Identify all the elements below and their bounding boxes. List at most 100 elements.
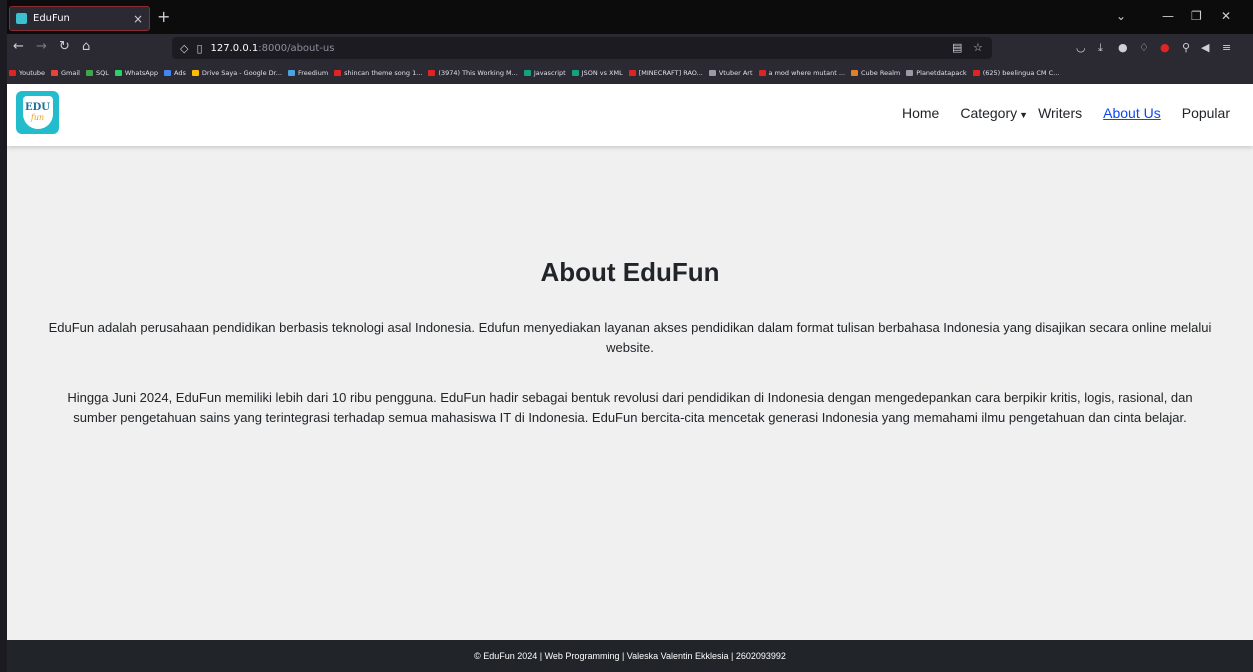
- bookmark-favicon-icon: [114, 70, 122, 76]
- nav-writers[interactable]: Writers: [1038, 105, 1082, 121]
- close-window-button[interactable]: ✕: [1221, 9, 1231, 23]
- bookmark-item[interactable]: [MINECRAFT] RAO...: [628, 69, 703, 77]
- bookmark-item[interactable]: (3974) This Working M...: [428, 69, 518, 77]
- bookmark-item[interactable]: Ads: [164, 69, 186, 77]
- bookmark-item[interactable]: Gmail: [51, 69, 80, 77]
- url-path: :8000/about-us: [258, 42, 335, 54]
- bookmark-favicon-icon: [85, 70, 93, 76]
- home-icon[interactable]: ⌂: [82, 40, 90, 54]
- footer-text: © EduFun 2024 | Web Programming | Valesk…: [474, 651, 786, 661]
- bookmark-favicon-icon: [9, 70, 16, 76]
- tab-strip: EduFun × + ⌄ — ❐ ✕: [7, 0, 1253, 34]
- bookmark-label: a mod where mutant ...: [768, 69, 846, 77]
- bookmark-label: Youtube: [19, 69, 45, 77]
- site-footer: © EduFun 2024 | Web Programming | Valesk…: [7, 640, 1253, 672]
- bookmark-label: Gmail: [61, 69, 80, 77]
- caret-down-icon: ▼: [1019, 110, 1029, 120]
- bookmark-favicon-icon: [287, 70, 295, 76]
- nav-home[interactable]: Home: [902, 105, 939, 121]
- extension-icon[interactable]: ●: [1118, 41, 1128, 54]
- bookmark-label: Drive Saya - Google Dr...: [201, 69, 282, 77]
- tab-close-icon[interactable]: ×: [133, 12, 143, 26]
- bookmark-favicon-icon: [571, 70, 579, 76]
- url-host: 127.0.0.1: [210, 42, 259, 54]
- about-paragraph-2: Hingga Juni 2024, EduFun memiliki lebih …: [67, 390, 1193, 425]
- bookmark-star-icon[interactable]: ☆: [973, 41, 983, 54]
- nav-category-label: Category: [960, 105, 1018, 121]
- bookmark-favicon-icon: [972, 70, 980, 76]
- bookmark-favicon-icon: [428, 70, 436, 76]
- reload-icon[interactable]: ↻: [59, 40, 70, 54]
- bookmark-favicon-icon: [334, 70, 342, 76]
- bookmark-favicon-icon: [523, 70, 531, 76]
- reader-view-icon[interactable]: ▤: [952, 41, 962, 54]
- bookmark-item[interactable]: Vtuber Art: [708, 69, 753, 77]
- browser-toolbar: ← → ↻ ⌂ ◇ ▯ 127.0.0.1:8000/about-us ▤ ☆ …: [7, 34, 1253, 62]
- bookmarks-bar: Youtube Gmail SQL WhatsApp Ads Drive Saya - G…: [7, 62, 1253, 84]
- bookmark-label: shincan theme song 1...: [344, 69, 423, 77]
- extensions-puzzle-icon[interactable]: ♢: [1139, 41, 1149, 54]
- site-favicon-icon: [16, 13, 27, 24]
- bookmark-item[interactable]: Planetdatapack: [906, 69, 967, 77]
- bookmark-label: SQL: [95, 69, 109, 77]
- bookmark-item[interactable]: Freedium: [287, 69, 329, 77]
- bookmark-item[interactable]: Cube Realm: [851, 69, 900, 77]
- sound-icon[interactable]: ◀: [1201, 41, 1209, 54]
- bookmark-item[interactable]: Drive Saya - Google Dr...: [191, 69, 282, 77]
- page-title: About EduFun: [540, 257, 720, 287]
- logo-text-edu: EDU: [24, 102, 50, 113]
- nav-about-us[interactable]: About Us: [1103, 105, 1161, 121]
- tab-title: EduFun: [33, 13, 70, 24]
- bookmark-favicon-icon: [628, 70, 636, 76]
- maximize-button[interactable]: ❐: [1191, 9, 1202, 23]
- bookmark-item[interactable]: shincan theme song 1...: [334, 69, 422, 77]
- bookmark-favicon-icon: [164, 70, 172, 76]
- pocket-icon[interactable]: ◡: [1076, 41, 1086, 54]
- bookmark-item[interactable]: a mod where mutant ...: [758, 69, 846, 77]
- bookmark-favicon-icon: [906, 70, 914, 76]
- bookmark-label: [MINECRAFT] RAO...: [638, 69, 703, 77]
- forward-arrow-icon[interactable]: →: [36, 40, 47, 54]
- bookmark-label: WhatsApp: [124, 69, 159, 77]
- bookmark-favicon-icon: [851, 70, 859, 76]
- logo-text-fun: fun: [30, 113, 45, 122]
- address-bar[interactable]: ◇ ▯ 127.0.0.1:8000/about-us: [172, 37, 992, 59]
- bookmark-favicon-icon: [51, 70, 58, 76]
- site-header: EDU fun Home Category ▼ Writers About Us …: [7, 84, 1253, 146]
- mic-icon[interactable]: ⚲: [1182, 41, 1190, 54]
- logo-shield-icon: EDU fun: [22, 96, 53, 129]
- bookmark-item[interactable]: JSON vs XML: [571, 69, 623, 77]
- downloads-icon[interactable]: ⤓: [1098, 41, 1103, 55]
- bookmark-favicon-icon: [191, 70, 199, 76]
- browser-tab[interactable]: EduFun ×: [9, 6, 150, 31]
- bookmark-label: Vtuber Art: [718, 69, 753, 77]
- bookmark-label: Freedium: [297, 69, 329, 77]
- about-paragraph-1: EduFun adalah perusahaan pendidikan berb…: [48, 320, 1212, 355]
- bookmark-item[interactable]: (625) beelingua CM C...: [972, 69, 1060, 77]
- record-icon[interactable]: ●: [1160, 41, 1170, 54]
- new-tab-button[interactable]: +: [157, 8, 170, 26]
- menu-icon[interactable]: ≡: [1222, 41, 1231, 54]
- bookmark-label: Javascript: [533, 69, 566, 77]
- shield-icon: ◇: [180, 41, 189, 55]
- nav-popular[interactable]: Popular: [1182, 105, 1230, 121]
- bookmark-item[interactable]: SQL: [85, 69, 109, 77]
- back-arrow-icon[interactable]: ←: [13, 40, 24, 54]
- bookmark-label: Cube Realm: [861, 69, 901, 77]
- bookmark-label: (625) beelingua CM C...: [982, 69, 1060, 77]
- bookmark-favicon-icon: [758, 70, 766, 76]
- browser-window: EduFun × + ⌄ — ❐ ✕ ← → ↻ ⌂ ◇ ▯ 127.0.0.1…: [7, 0, 1253, 672]
- nav-category[interactable]: Category ▼: [960, 105, 1028, 121]
- edufun-logo[interactable]: EDU fun: [16, 91, 59, 134]
- list-all-tabs-icon[interactable]: ⌄: [1116, 9, 1126, 23]
- bookmark-item[interactable]: WhatsApp: [114, 69, 159, 77]
- web-page: EDU fun Home Category ▼ Writers About Us …: [7, 84, 1253, 672]
- bookmark-item[interactable]: Javascript: [523, 69, 566, 77]
- bookmark-label: Ads: [174, 69, 186, 77]
- bookmark-favicon-icon: [708, 70, 716, 76]
- bookmark-label: (3974) This Working M...: [438, 69, 518, 77]
- bookmark-item[interactable]: Youtube: [9, 69, 45, 77]
- minimize-button[interactable]: —: [1162, 9, 1174, 23]
- page-icon: ▯: [196, 41, 203, 55]
- bookmark-label: Planetdatapack: [916, 69, 967, 77]
